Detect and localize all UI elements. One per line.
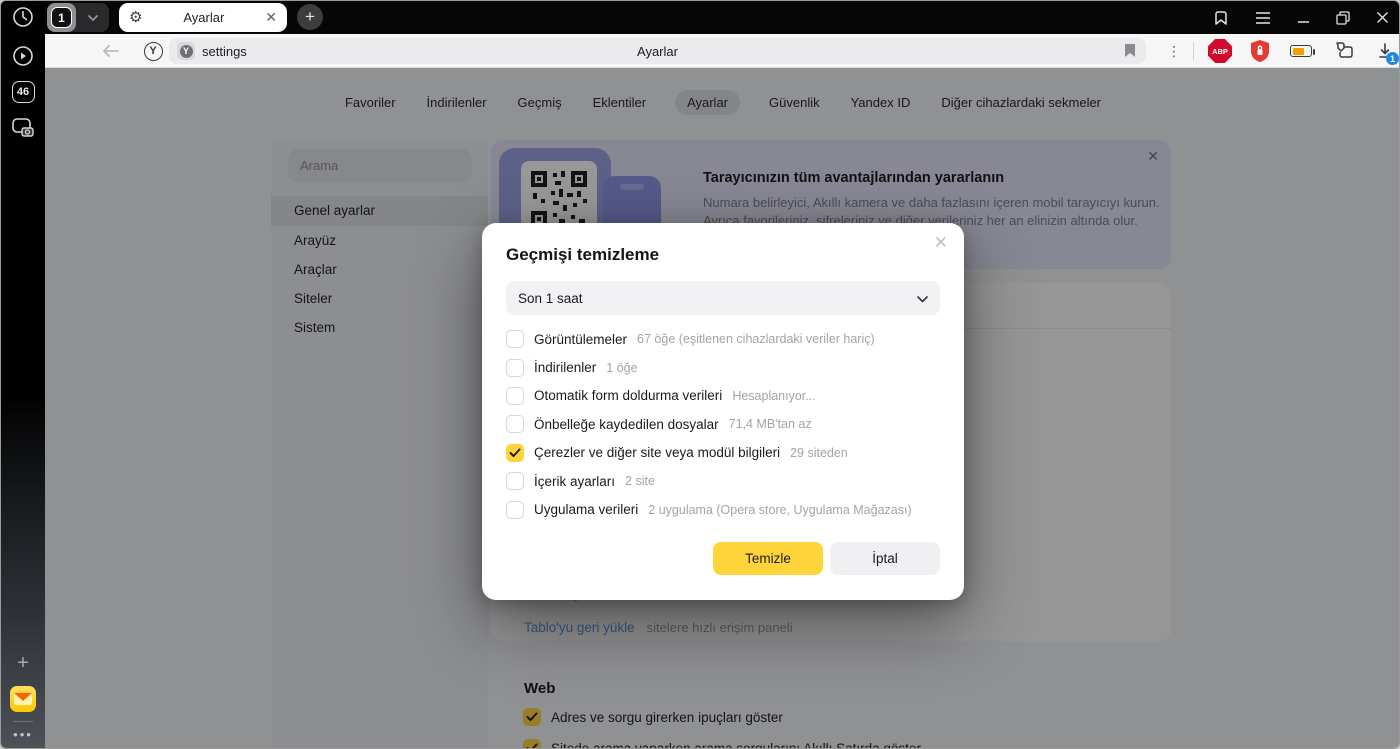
add-panel-icon[interactable]: + xyxy=(1,652,45,675)
tab-count[interactable]: 1 xyxy=(51,7,72,28)
row-label: Otomatik form doldurma verileri xyxy=(534,388,722,403)
back-button[interactable] xyxy=(97,34,125,68)
row-meta: 29 siteden xyxy=(790,446,848,460)
checkbox[interactable] xyxy=(506,359,524,377)
dialog-row-onbellek[interactable]: Önbelleğe kaydedilen dosyalar 71,4 MB'ta… xyxy=(506,410,940,438)
browser-window: 1 ⚙ Ayarlar ✕ + xyxy=(0,0,1400,749)
address-bar-page-title: Ayarlar xyxy=(169,44,1146,59)
dialog-row-icerik-ayarlari[interactable]: İçerik ayarları 2 site xyxy=(506,467,940,495)
tab-close-icon[interactable]: ✕ xyxy=(265,9,277,26)
dialog-row-indirilenler[interactable]: İndirilenler 1 öğe xyxy=(506,353,940,381)
url-text[interactable]: settings xyxy=(202,44,247,59)
row-label: Çerezler ve diğer site veya modül bilgil… xyxy=(534,445,780,460)
row-meta: 71,4 MB'tan az xyxy=(729,417,812,431)
dialog-row-uygulama-verileri[interactable]: Uygulama verileri 2 uygulama (Opera stor… xyxy=(506,495,940,523)
toolbar-divider xyxy=(1193,42,1194,60)
gear-icon: ⚙ xyxy=(129,10,142,25)
rail-more-icon[interactable]: ••• xyxy=(1,727,45,742)
time-range-select[interactable]: Son 1 saat xyxy=(506,281,940,315)
address-bar[interactable]: Y settings Ayarlar xyxy=(169,38,1146,64)
row-meta: 2 uygulama (Opera store, Uygulama Mağaza… xyxy=(648,503,911,517)
row-label: Görüntülemeler xyxy=(534,332,627,347)
screenshot-icon[interactable] xyxy=(1,117,45,139)
clear-history-dialog: Geçmişi temizleme ✕ Son 1 saat Görüntüle… xyxy=(482,223,964,600)
history-clock-icon[interactable] xyxy=(1,6,45,28)
adblock-extension-icon[interactable]: ABP xyxy=(1205,34,1235,68)
checkbox[interactable] xyxy=(506,472,524,490)
checkbox[interactable] xyxy=(506,387,524,405)
dialog-checkbox-list: Görüntülemeler 67 öğe (eşitlenen cihazla… xyxy=(506,325,940,524)
row-meta: 1 öğe xyxy=(606,361,637,375)
menu-icon[interactable] xyxy=(1255,12,1271,24)
dialog-row-cerezler[interactable]: Çerezler ve diğer site veya modül bilgil… xyxy=(506,439,940,467)
tab-counter-segment[interactable]: 1 xyxy=(47,3,76,32)
protect-shield-icon[interactable] xyxy=(1245,34,1275,68)
checkbox[interactable] xyxy=(506,501,524,519)
cancel-button[interactable]: İptal xyxy=(830,542,940,575)
row-label: İndirilenler xyxy=(534,360,596,375)
bookmark-icon[interactable] xyxy=(1124,43,1136,63)
row-label: Uygulama verileri xyxy=(534,502,638,517)
checkbox[interactable] xyxy=(506,444,524,462)
browser-tab-ayarlar[interactable]: ⚙ Ayarlar ✕ xyxy=(119,3,287,32)
dialog-title: Geçmişi temizleme xyxy=(506,245,659,265)
close-window-icon[interactable] xyxy=(1376,11,1389,24)
rail-divider xyxy=(13,721,33,722)
downloads-icon[interactable]: 1 xyxy=(1369,34,1400,68)
dialog-close-icon[interactable]: ✕ xyxy=(934,233,948,253)
row-meta: 2 site xyxy=(625,474,655,488)
row-meta: 67 öğe (eşitlenen cihazlardaki veriler h… xyxy=(637,332,875,346)
tab-groups-badge[interactable]: 46 xyxy=(1,81,45,103)
bookmarks-panel-icon[interactable] xyxy=(1213,10,1229,26)
video-play-icon[interactable] xyxy=(1,45,45,67)
new-tab-button[interactable]: + xyxy=(297,4,323,30)
tag-icon[interactable] xyxy=(1327,34,1359,68)
dialog-row-form-verileri[interactable]: Otomatik form doldurma verileri Hesaplan… xyxy=(506,382,940,410)
yandex-mail-icon[interactable] xyxy=(1,686,45,712)
chevron-down-icon xyxy=(917,291,928,306)
toolbar: Y Y settings Ayarlar ⋮ ABP 1 xyxy=(45,34,1399,68)
tab-strip: 1 ⚙ Ayarlar ✕ + xyxy=(1,1,1399,34)
tab-counter-control[interactable]: 1 xyxy=(47,3,109,32)
row-label: İçerik ayarları xyxy=(534,474,615,489)
site-favicon: Y xyxy=(177,42,195,60)
time-range-value: Son 1 saat xyxy=(518,291,583,306)
chevron-down-icon[interactable] xyxy=(76,12,109,24)
clear-button[interactable]: Temizle xyxy=(713,542,823,575)
row-meta: Hesaplanıyor... xyxy=(732,389,815,403)
checkbox[interactable] xyxy=(506,330,524,348)
more-options-icon[interactable]: ⋮ xyxy=(1160,34,1188,68)
row-label: Önbelleğe kaydedilen dosyalar xyxy=(534,417,719,432)
settings-page: Favoriler İndirilenler Geçmiş Eklentiler… xyxy=(45,68,1400,749)
side-rail: 46 + ••• xyxy=(1,1,45,749)
dialog-row-goruntulemeler[interactable]: Görüntülemeler 67 öğe (eşitlenen cihazla… xyxy=(506,325,940,353)
yandex-button[interactable]: Y xyxy=(139,34,167,68)
tab-title: Ayarlar xyxy=(142,10,265,25)
restore-icon[interactable] xyxy=(1336,11,1350,25)
downloads-badge: 1 xyxy=(1386,52,1399,65)
checkbox[interactable] xyxy=(506,415,524,433)
minimize-icon[interactable] xyxy=(1297,11,1310,24)
battery-saver-icon[interactable] xyxy=(1285,34,1317,68)
